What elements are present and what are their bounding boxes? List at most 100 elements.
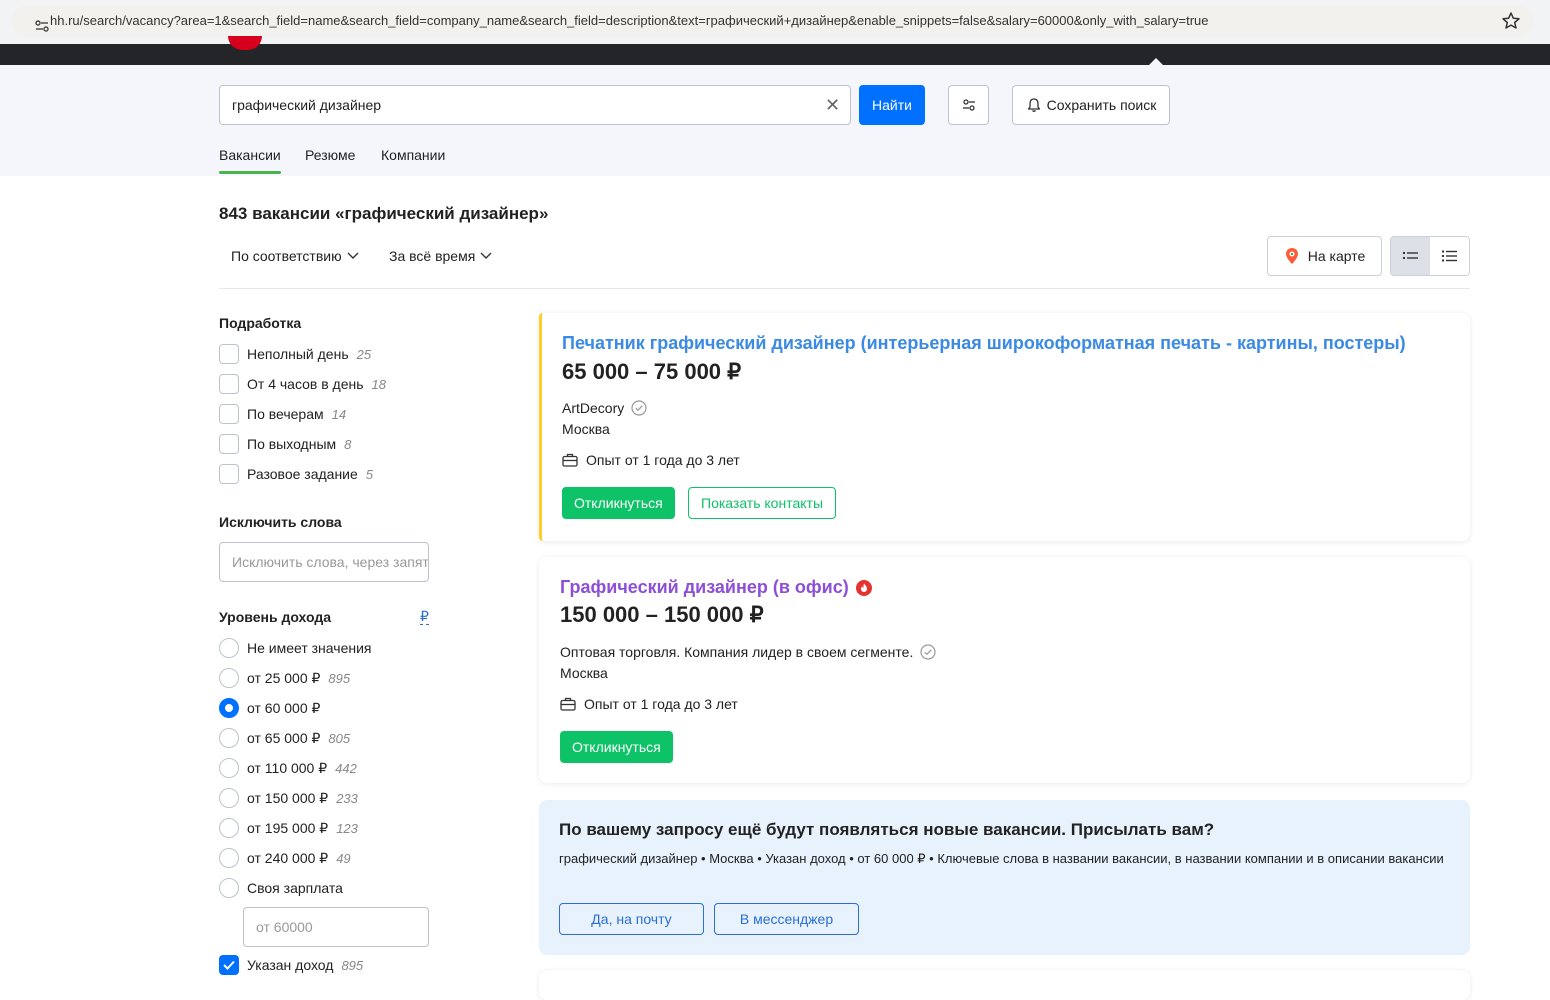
filter-label: Указан доход <box>247 957 334 973</box>
income-count: 233 <box>336 790 358 806</box>
advanced-search-button[interactable] <box>948 85 989 125</box>
income-label: от 150 000 ₽ <box>247 789 329 806</box>
subscribe-email-button[interactable]: Да, на почту <box>559 903 704 935</box>
income-label: от 195 000 ₽ <box>247 819 329 836</box>
income-filter-title: Уровень дохода <box>219 609 332 625</box>
income-count: 123 <box>336 820 358 836</box>
checkbox[interactable] <box>219 374 239 394</box>
respond-button[interactable]: Откликнуться <box>560 731 673 763</box>
radio[interactable] <box>219 668 239 688</box>
income-option[interactable]: от 25 000 ₽ 895 <box>219 668 350 688</box>
map-button[interactable]: На карте <box>1267 236 1382 276</box>
filter-one-time[interactable]: Разовое задание 5 <box>219 464 373 484</box>
income-option[interactable]: от 195 000 ₽ 123 <box>219 818 358 838</box>
filter-salary-specified[interactable]: Указан доход 895 <box>219 955 363 975</box>
clear-search-icon[interactable]: ✕ <box>825 96 840 114</box>
vacancy-company[interactable]: ArtDecory <box>562 400 647 416</box>
company-name: Оптовая торговля. Компания лидер в своем… <box>560 644 914 660</box>
url-field[interactable]: hh.ru/search/vacancy?area=1&search_field… <box>12 5 1534 37</box>
compact-view-button[interactable] <box>1391 237 1430 275</box>
show-contacts-button[interactable]: Показать контакты <box>688 487 837 519</box>
income-count: 895 <box>328 670 351 686</box>
vacancy-card: Печатник графический дизайнер (интерьерн… <box>539 313 1470 541</box>
respond-button[interactable]: Откликнуться <box>562 487 675 519</box>
radio[interactable] <box>219 788 239 808</box>
vacancy-title-link[interactable]: Печатник графический дизайнер (интерьерн… <box>562 333 1406 354</box>
sort-period-dropdown[interactable]: За всё время <box>389 248 492 264</box>
company-name: ArtDecory <box>562 400 625 416</box>
full-list-icon <box>1441 250 1457 262</box>
filter-evenings[interactable]: По вечерам 14 <box>219 404 346 424</box>
vacancy-city: Москва <box>562 421 610 437</box>
income-label: от 240 000 ₽ <box>247 849 329 866</box>
income-label: от 60 000 ₽ <box>247 699 321 716</box>
filter-count: 895 <box>341 957 364 973</box>
active-tab-indicator <box>219 171 281 174</box>
radio-checked[interactable] <box>219 698 239 718</box>
income-count: 805 <box>328 730 351 746</box>
income-option[interactable]: от 150 000 ₽ 233 <box>219 788 358 808</box>
income-option[interactable]: от 110 000 ₽ 442 <box>219 758 357 778</box>
vacancy-card-partial <box>539 970 1470 1000</box>
income-option-custom[interactable]: Своя зарплата <box>219 878 343 898</box>
chevron-down-icon <box>480 252 492 259</box>
vacancy-company[interactable]: Оптовая торговля. Компания лидер в своем… <box>560 644 936 660</box>
filter-label: От 4 часов в день <box>247 376 364 392</box>
checkbox[interactable] <box>219 464 239 484</box>
filter-label: Разовое задание <box>247 466 358 482</box>
income-option[interactable]: от 65 000 ₽ 805 <box>219 728 350 748</box>
filter-count: 14 <box>331 406 347 422</box>
income-option-selected[interactable]: от 60 000 ₽ <box>219 698 320 718</box>
tab-vacancies[interactable]: Вакансии <box>219 147 281 163</box>
filter-parttime-day[interactable]: Неполный день 25 <box>219 344 371 364</box>
exclude-words-input[interactable]: Исключить слова, через запятую <box>219 542 429 582</box>
vacancy-title-row: Графический дизайнер (в офис) <box>560 577 872 598</box>
results-count-title: 843 вакансии «графический дизайнер» <box>219 204 549 223</box>
income-option[interactable]: Не имеет значения <box>219 638 371 658</box>
filter-count: 8 <box>344 436 352 452</box>
income-option[interactable]: от 240 000 ₽ 49 <box>219 848 351 868</box>
checkmark-icon <box>223 960 235 970</box>
income-label: от 25 000 ₽ <box>247 669 321 686</box>
filter-4-hours[interactable]: От 4 часов в день 18 <box>219 374 386 394</box>
sort-relevance-label: По соответствию <box>231 248 342 264</box>
own-salary-input[interactable]: от 60000 <box>243 907 429 947</box>
verified-check-icon <box>920 644 936 660</box>
sort-period-label: За всё время <box>389 248 476 264</box>
hot-vacancy-icon <box>855 579 872 596</box>
radio[interactable] <box>219 878 239 898</box>
bell-icon <box>1027 98 1040 112</box>
radio[interactable] <box>219 728 239 748</box>
filter-settings-icon <box>962 99 975 111</box>
find-button[interactable]: Найти <box>859 85 925 125</box>
sort-relevance-dropdown[interactable]: По соответствию <box>231 248 359 264</box>
tab-companies[interactable]: Компании <box>381 147 445 163</box>
verified-check-icon <box>631 400 647 416</box>
site-settings-icon[interactable] <box>34 18 50 34</box>
checkbox[interactable] <box>219 404 239 424</box>
vacancy-title-link[interactable]: Графический дизайнер (в офис) <box>560 577 849 598</box>
radio[interactable] <box>219 848 239 868</box>
currency-switch-link[interactable]: ₽ <box>420 609 429 625</box>
vacancy-experience: Опыт от 1 года до 3 лет <box>560 696 738 712</box>
checkbox[interactable] <box>219 434 239 454</box>
radio[interactable] <box>219 638 239 658</box>
vacancy-salary: 150 000 – 150 000 ₽ <box>560 602 764 627</box>
checkbox[interactable] <box>219 344 239 364</box>
experience-text: Опыт от 1 года до 3 лет <box>586 452 740 468</box>
subscribe-messenger-button[interactable]: В мессенджер <box>714 903 859 935</box>
filter-weekends[interactable]: По выходным 8 <box>219 434 351 454</box>
checkbox-checked[interactable] <box>219 955 239 975</box>
briefcase-icon <box>560 697 576 711</box>
radio[interactable] <box>219 758 239 778</box>
tab-resumes[interactable]: Резюме <box>305 147 355 163</box>
results-divider <box>219 288 1470 289</box>
radio[interactable] <box>219 818 239 838</box>
filter-count: 18 <box>371 376 386 392</box>
full-view-button[interactable] <box>1430 237 1469 275</box>
save-search-button[interactable]: Сохранить поиск <box>1012 85 1170 125</box>
filter-label: По выходным <box>247 436 337 452</box>
bookmark-star-icon[interactable] <box>1501 11 1521 31</box>
url-text: hh.ru/search/vacancy?area=1&search_field… <box>50 13 1209 28</box>
search-input[interactable] <box>219 85 851 125</box>
